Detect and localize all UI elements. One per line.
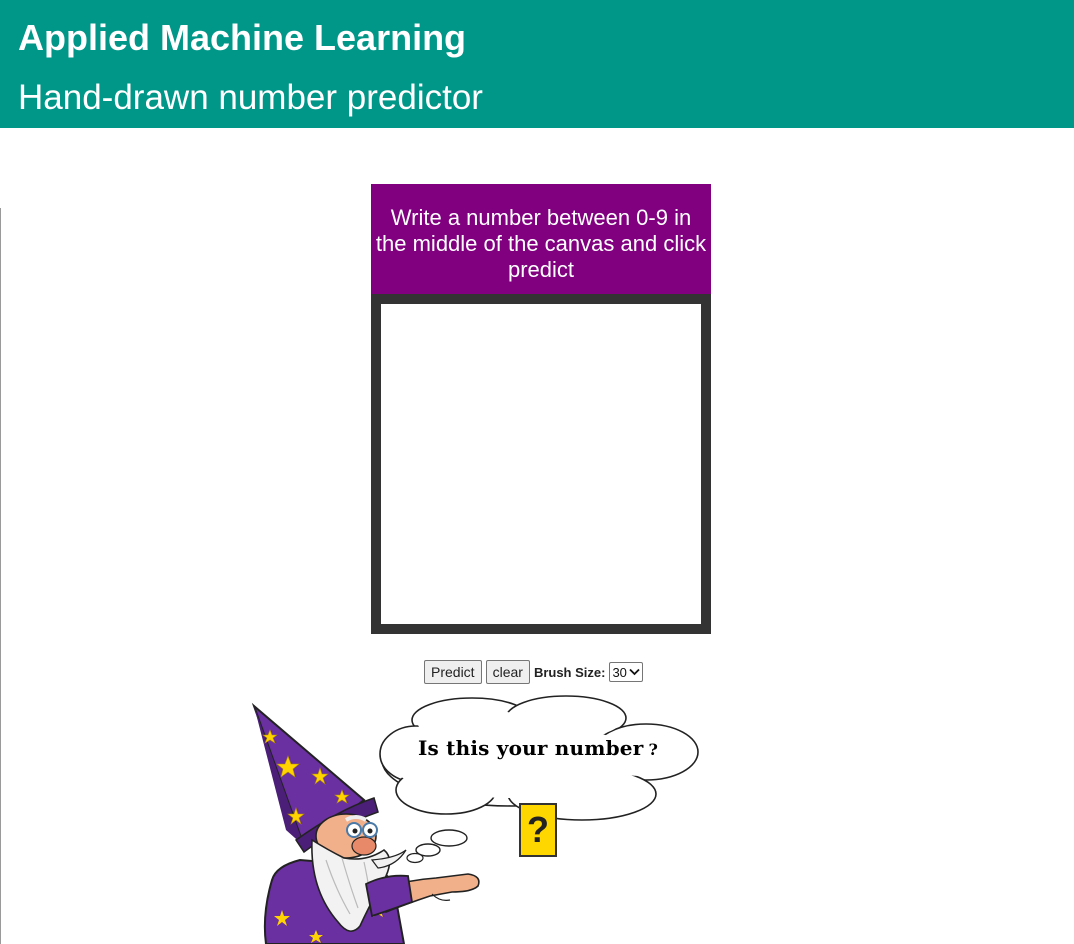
app-title: Applied Machine Learning [18, 17, 467, 58]
result-prompt-punct: ? [648, 740, 659, 759]
brush-size-label: Brush Size: [533, 664, 606, 680]
canvas-instructions: Write a number between 0-9 in the middle… [371, 184, 711, 294]
app-header: Applied Machine Learning Hand-drawn numb… [0, 0, 1074, 128]
controls-bar: Predict clear Brush Size: 30 [424, 660, 643, 684]
chevron-down-icon [629, 668, 640, 676]
canvas-frame [371, 294, 711, 634]
drawing-canvas[interactable] [381, 304, 701, 624]
result-prompt-text: Is this your number [418, 736, 644, 760]
result-prompt: Is this your number? [418, 736, 658, 760]
wizard-illustration [251, 695, 699, 944]
clear-button[interactable]: clear [485, 660, 530, 684]
prediction-result: ? [519, 803, 557, 857]
brush-size-value: 30 [612, 664, 627, 680]
brush-size-select[interactable]: 30 [609, 662, 643, 682]
app-subtitle: Hand-drawn number predictor [18, 78, 483, 117]
page-edge-line [0, 208, 1, 944]
predict-button[interactable]: Predict [424, 660, 482, 684]
